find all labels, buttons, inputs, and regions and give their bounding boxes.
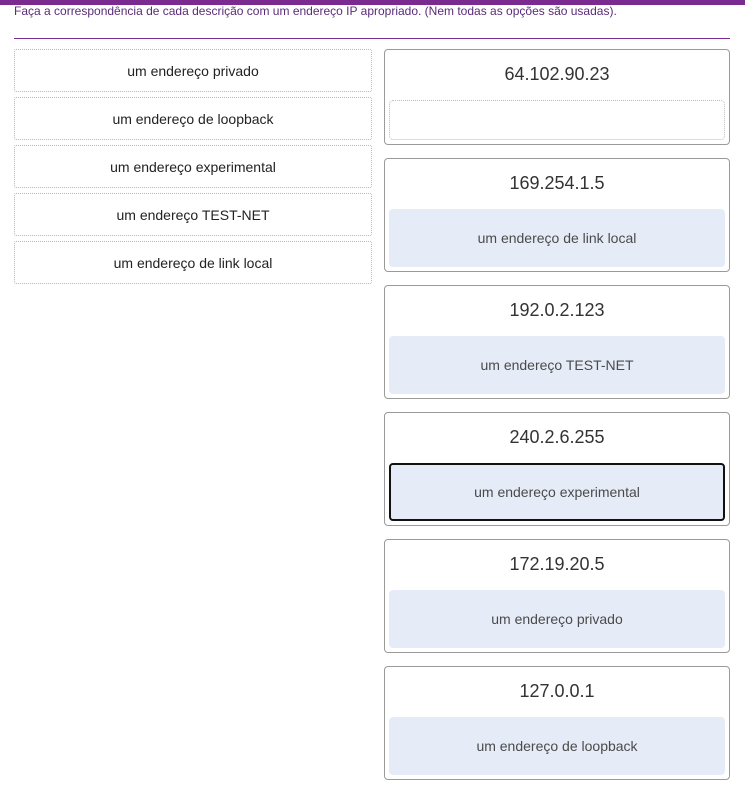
option-private[interactable]: um endereço privado xyxy=(14,49,372,92)
target-ip: 127.0.0.1 xyxy=(519,681,595,701)
targets-list: 64.102.90.23 169.254.1.5 um endereço de … xyxy=(384,49,730,793)
target-ip: 169.254.1.5 xyxy=(509,173,605,193)
drop-slot[interactable]: um endereço privado xyxy=(389,590,725,648)
target-ip: 64.102.90.23 xyxy=(504,64,610,84)
drop-slot[interactable]: um endereço de loopback xyxy=(389,717,725,775)
drop-slot[interactable] xyxy=(389,100,725,140)
drop-slot[interactable]: um endereço TEST-NET xyxy=(389,336,725,394)
target-ip: 240.2.6.255 xyxy=(509,427,605,447)
options-list: um endereço privado um endereço de loopb… xyxy=(14,49,372,289)
option-loopback[interactable]: um endereço de loopback xyxy=(14,97,372,140)
target-ip: 172.19.20.5 xyxy=(509,554,605,574)
target-card: 172.19.20.5 um endereço privado xyxy=(384,539,730,653)
target-ip: 192.0.2.123 xyxy=(509,300,605,320)
option-test-net[interactable]: um endereço TEST-NET xyxy=(14,193,372,236)
header-divider xyxy=(14,38,730,39)
drop-slot[interactable]: um endereço de link local xyxy=(389,209,725,267)
option-link-local[interactable]: um endereço de link local xyxy=(14,241,372,284)
target-card: 169.254.1.5 um endereço de link local xyxy=(384,158,730,272)
drop-slot[interactable]: um endereço experimental xyxy=(389,463,725,521)
target-card: 64.102.90.23 xyxy=(384,49,730,145)
instruction-text: Faça a correspondência de cada descrição… xyxy=(14,4,617,18)
target-card: 240.2.6.255 um endereço experimental xyxy=(384,412,730,526)
option-experimental[interactable]: um endereço experimental xyxy=(14,145,372,188)
target-card: 192.0.2.123 um endereço TEST-NET xyxy=(384,285,730,399)
target-card: 127.0.0.1 um endereço de loopback xyxy=(384,666,730,780)
